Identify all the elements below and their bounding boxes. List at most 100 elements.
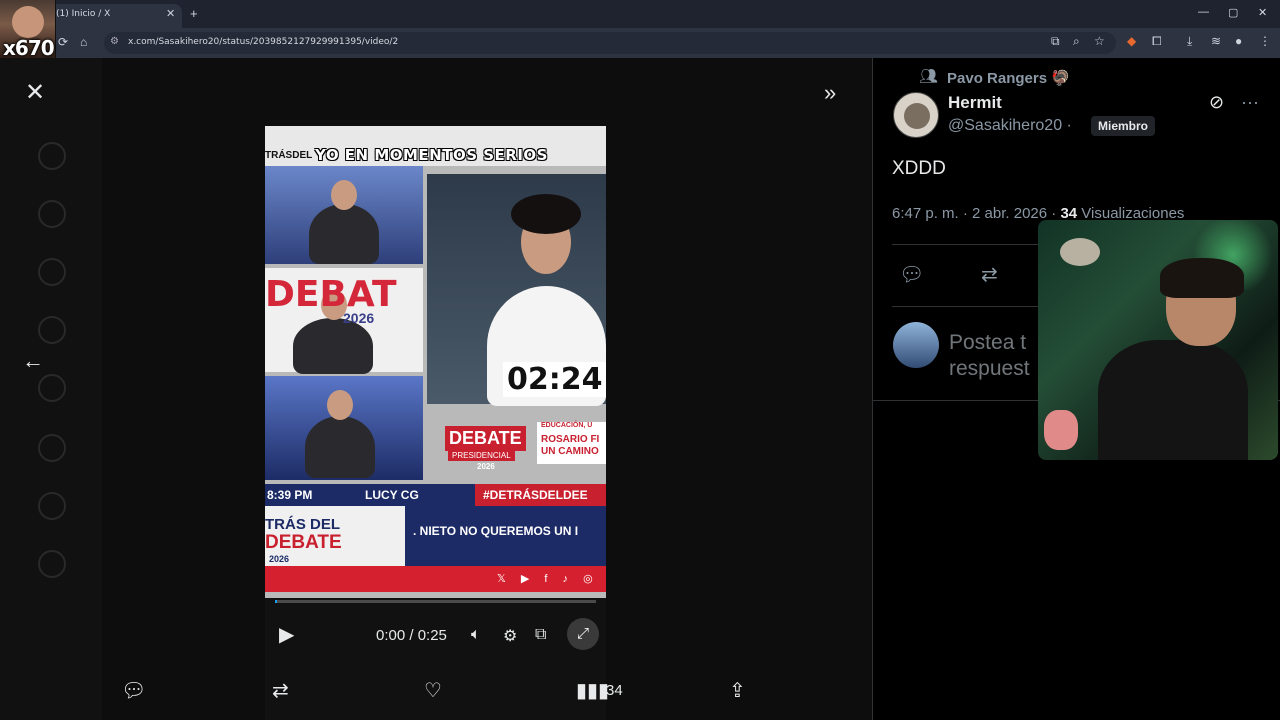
video-progress-fill <box>275 600 277 603</box>
video-panel-studio <box>265 376 423 480</box>
community-icon: 👥︎ <box>919 68 939 85</box>
settings-icon[interactable]: ⚙ <box>503 626 517 646</box>
pip-icon[interactable]: ⧉ <box>535 626 546 644</box>
user-name[interactable]: Hermit <box>948 93 1002 113</box>
debate-logo-year: 2026 <box>477 462 495 471</box>
new-tab-button[interactable]: + <box>190 6 198 21</box>
lists-icon <box>38 434 66 462</box>
play-icon[interactable]: ▶ <box>279 622 294 647</box>
reply-input[interactable]: Postea t respuest <box>949 330 1030 382</box>
video-controls: ▶ 0:00 / 0:25 🔈︎ ⚙ ⧉ ⤢ <box>265 616 606 656</box>
caption-strip-left: TRÁSDEL <box>265 150 313 161</box>
video-time: 0:00 / 0:25 <box>376 627 447 644</box>
video-panel-anchor <box>265 166 423 264</box>
streamer-webcam-overlay <box>1038 220 1278 460</box>
lower-third-line-1: TRÁS DEL <box>265 516 340 533</box>
candidate-info-line-1: EDUCACIÓN, U <box>541 422 593 429</box>
close-icon[interactable]: ✕ <box>22 80 48 106</box>
volume-icon[interactable]: 🔈︎ <box>471 626 481 644</box>
anchor-figure <box>309 204 379 264</box>
download-icon[interactable]: ⤓ <box>1187 34 1192 49</box>
debate-timer: 02:24 <box>503 362 606 397</box>
user-handle[interactable]: @Sasakihero20 · <box>948 117 1072 135</box>
ticker-name: LUCY CG <box>365 488 419 502</box>
profile-avatar-icon[interactable]: ● <box>1235 34 1242 48</box>
media-control-icon[interactable]: ≋ <box>1211 34 1221 48</box>
lower-third-year: 2026 <box>269 554 290 564</box>
media-viewer: ✕ ← » DEBAT 2026 02:24 DEBATE PRESIDENCI… <box>0 58 872 720</box>
anchor-head <box>331 180 357 210</box>
ticker-time: 8:39 PM <box>267 488 313 502</box>
tweet-timestamp[interactable]: 6:47 p. m. · 2 abr. 2026 · <box>892 205 1060 222</box>
streamer-overlay-thumbnail: x670 <box>0 0 56 60</box>
messages-icon <box>38 316 66 344</box>
reply-icon[interactable]: 💬︎ <box>121 678 146 703</box>
candidate-hair <box>511 194 581 234</box>
maximize-window-button[interactable]: ▢ <box>1228 6 1238 19</box>
tab-close-icon[interactable]: ✕ <box>166 7 175 20</box>
views-count: 34 <box>606 682 623 699</box>
share-icon[interactable]: ⇪ <box>729 678 746 703</box>
member-badge: Miembro <box>1091 116 1156 136</box>
reply-placeholder-line-2: respuest <box>949 357 1030 380</box>
post-actions-bar: 💬︎ ⇄ ♡ ▮▮▮ 34 ⇪ <box>0 668 872 712</box>
more-icon[interactable]: ··· <box>1241 92 1259 113</box>
like-icon[interactable]: ♡ <box>424 678 442 703</box>
browser-menu-icon[interactable]: ⋮ <box>1259 34 1271 48</box>
tweet-text: XDDD <box>892 158 946 179</box>
debate-logo: DEBATE <box>445 426 526 451</box>
repost-icon[interactable]: ⇄ <box>272 678 289 703</box>
grok-icon[interactable]: ⊘ <box>1209 92 1224 113</box>
reply-placeholder-line-1: Postea t <box>949 331 1027 354</box>
home-icon[interactable]: ⌂ <box>80 35 87 49</box>
candidate-info-line-2: ROSARIO FI <box>541 434 600 445</box>
site-info-icon[interactable]: ⚙ <box>110 36 119 47</box>
pig-sticker <box>1044 410 1078 450</box>
lower-third-line-2: DEBATE <box>265 532 342 553</box>
home-icon <box>38 142 66 170</box>
debate-subtitle: PRESIDENCIAL <box>448 450 515 461</box>
studio-head <box>327 390 353 420</box>
social-icons: 𝕏 ▶ f ♪ ◎ <box>497 573 599 585</box>
host-figure <box>293 318 373 374</box>
search-icon <box>38 200 66 228</box>
meme-caption: YO EN MOMENTOS SERIOS <box>315 146 548 164</box>
url-text: x.com/Sasakihero20/status/20398521279299… <box>128 37 399 47</box>
video-progress-track[interactable] <box>275 600 596 603</box>
candidate-info-line-3: UN CAMINO <box>541 446 599 457</box>
extensions-puzzle-icon[interactable]: ⧠ <box>1152 34 1162 49</box>
close-window-button[interactable]: ✕ <box>1258 6 1267 19</box>
zoom-icon[interactable]: ⌕ <box>1073 34 1080 49</box>
views-icon[interactable]: ▮▮▮ <box>576 678 609 703</box>
tab-title: (1) Inicio / X <box>56 9 111 19</box>
avatar[interactable] <box>893 92 939 138</box>
background-sidebar <box>0 58 102 720</box>
address-bar-row: ⟳ ⌂ ⚙ x.com/Sasakihero20/status/20398521… <box>0 28 1280 58</box>
url-field[interactable]: ⚙ x.com/Sasakihero20/status/203985212792… <box>104 32 1116 54</box>
avatar-figure <box>904 103 930 129</box>
reply-avatar <box>893 322 939 368</box>
debat-text: DEBAT <box>265 274 397 315</box>
streamer-hair <box>1160 258 1244 298</box>
microphone <box>1060 238 1100 266</box>
repost-icon[interactable]: ⇄ <box>981 262 998 287</box>
lower-third-headline: . NIETO NO QUEREMOS UN I <box>413 524 579 538</box>
fullscreen-icon[interactable]: ⤢ <box>567 618 599 650</box>
community-label[interactable]: Pavo Rangers 🦃 <box>947 69 1070 87</box>
cast-icon[interactable]: ⧉ <box>1051 34 1060 49</box>
debat-year: 2026 <box>343 310 375 326</box>
notifications-icon <box>38 258 66 286</box>
extension-fox-icon[interactable]: ◆ <box>1127 34 1136 48</box>
back-arrow-icon[interactable]: ← <box>22 348 44 374</box>
profile-icon <box>38 492 66 520</box>
minimize-window-button[interactable]: — <box>1198 6 1209 18</box>
browser-tabbar: (1) Inicio / X ✕ + — ▢ ✕ <box>0 0 1280 28</box>
reload-icon[interactable]: ⟳ <box>58 35 68 49</box>
overlay-label: x670 <box>3 36 55 60</box>
video-player[interactable]: DEBAT 2026 02:24 DEBATE PRESIDENCIAL 202… <box>265 126 606 720</box>
reply-icon[interactable]: 💬︎ <box>899 262 924 287</box>
bookmark-star-icon[interactable]: ☆ <box>1094 34 1105 48</box>
studio-figure <box>305 416 375 478</box>
video-frame[interactable]: DEBAT 2026 02:24 DEBATE PRESIDENCIAL 202… <box>265 126 606 598</box>
expand-icon[interactable]: » <box>824 80 836 106</box>
